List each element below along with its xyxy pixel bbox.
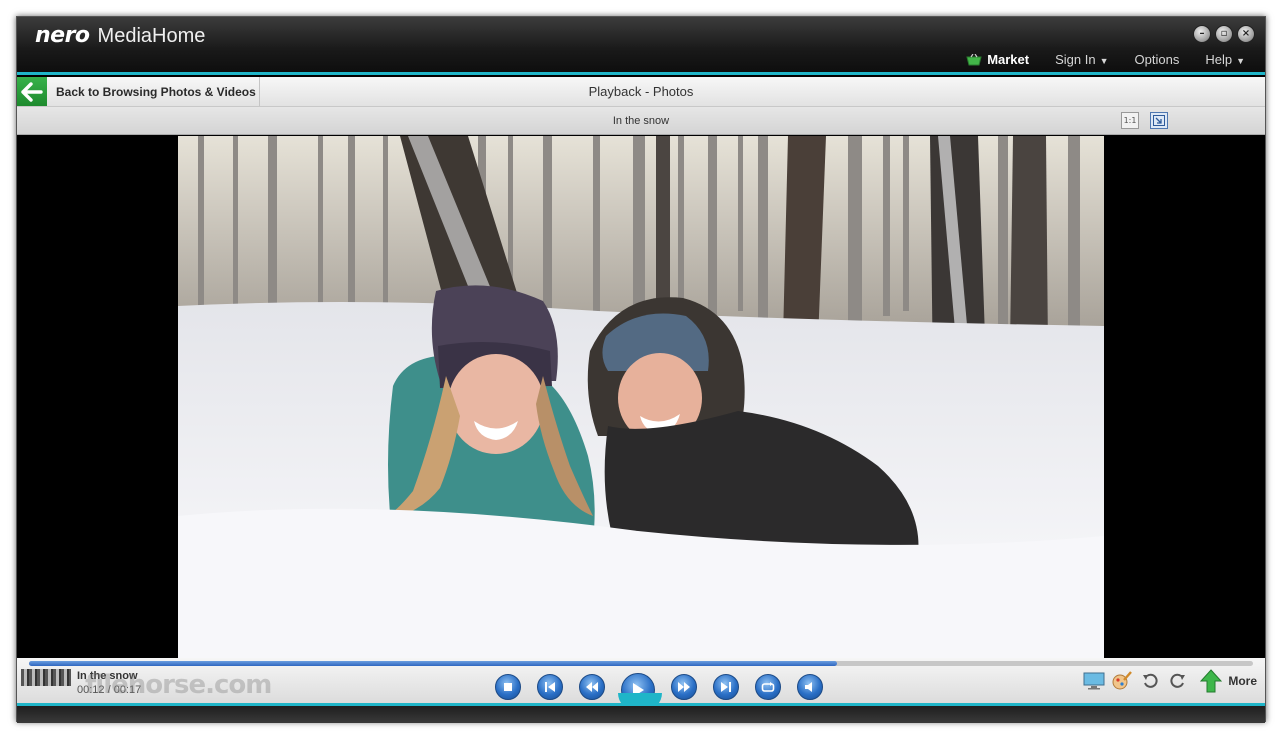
transport-controls xyxy=(495,667,839,707)
sign-in-menu[interactable]: Sign In ▼ xyxy=(1055,52,1108,67)
close-icon[interactable]: × xyxy=(1237,25,1255,43)
next-button[interactable] xyxy=(713,674,739,700)
stop-icon xyxy=(504,683,512,691)
fast-forward-icon xyxy=(678,682,690,692)
rotate-right-button[interactable] xyxy=(1166,669,1190,693)
options-label: Options xyxy=(1134,52,1180,67)
more-label: More xyxy=(1228,674,1257,688)
skip-back-icon xyxy=(545,682,555,692)
watermark: filehorse.com xyxy=(85,670,272,700)
volume-button[interactable] xyxy=(797,674,823,700)
chevron-down-icon: ▼ xyxy=(1099,56,1109,66)
seek-bar[interactable] xyxy=(29,661,1253,666)
previous-button[interactable] xyxy=(537,674,563,700)
app-name: MediaHome xyxy=(97,25,206,47)
navigation-bar: Back to Browsing Photos & Videos Playbac… xyxy=(17,77,1265,107)
sign-in-label: Sign In xyxy=(1055,52,1096,67)
basket-icon xyxy=(966,53,982,65)
chevron-down-icon: ▼ xyxy=(1236,56,1245,66)
arrow-up-icon xyxy=(1200,669,1223,693)
options-menu[interactable]: Options xyxy=(1135,52,1180,67)
stop-button[interactable] xyxy=(495,674,521,700)
photo-image xyxy=(178,136,1104,658)
market-label: Market xyxy=(987,52,1030,67)
app-brand: nero MediaHome xyxy=(35,23,205,48)
window-controls: – ▫ × xyxy=(1193,25,1255,43)
rewind-button[interactable] xyxy=(579,674,605,700)
fast-forward-button[interactable] xyxy=(671,674,697,700)
monitor-button[interactable] xyxy=(1082,669,1106,693)
volume-icon xyxy=(805,682,812,692)
repeat-icon xyxy=(761,682,775,692)
repeat-button[interactable] xyxy=(755,674,781,700)
info-bar: In the snow 1:1 xyxy=(17,107,1265,135)
status-strip xyxy=(17,706,1265,723)
edit-button[interactable] xyxy=(1110,669,1134,693)
actual-size-button[interactable]: 1:1 xyxy=(1121,112,1139,129)
page-title: Playback - Photos xyxy=(588,84,694,99)
rotate-left-icon xyxy=(1143,673,1158,688)
monitor-icon xyxy=(1083,672,1105,690)
help-label: Help xyxy=(1205,52,1233,67)
more-button[interactable]: More xyxy=(1200,669,1257,693)
minimize-icon[interactable]: – xyxy=(1193,25,1211,43)
item-title: In the snow xyxy=(612,115,670,127)
title-bar: nero MediaHome – ▫ × Market Sign In ▼ Opt… xyxy=(17,17,1265,75)
app-window: nero MediaHome – ▫ × Market Sign In ▼ Opt… xyxy=(16,16,1266,723)
photo-viewer[interactable] xyxy=(17,136,1265,658)
help-menu[interactable]: Help ▼ xyxy=(1205,52,1245,67)
paint-icon xyxy=(1112,671,1133,690)
nero-logo: nero xyxy=(35,23,90,48)
fit-to-window-button[interactable] xyxy=(1150,112,1168,129)
rotate-right-icon xyxy=(1170,673,1186,688)
actual-size-icon: 1:1 xyxy=(1123,116,1137,125)
rewind-icon xyxy=(586,682,598,692)
fit-to-window-icon xyxy=(1153,115,1165,126)
accent-divider xyxy=(17,72,1265,75)
seek-bar-fill xyxy=(29,661,837,666)
now-playing-thumbnail xyxy=(21,669,71,686)
restore-icon[interactable]: ▫ xyxy=(1215,25,1233,43)
top-menu: Market Sign In ▼ Options Help ▼ xyxy=(966,52,1245,67)
playback-tools: More xyxy=(1078,669,1257,693)
market-button[interactable]: Market xyxy=(966,52,1029,67)
skip-forward-icon xyxy=(721,682,731,692)
rotate-left-button[interactable] xyxy=(1138,669,1162,693)
